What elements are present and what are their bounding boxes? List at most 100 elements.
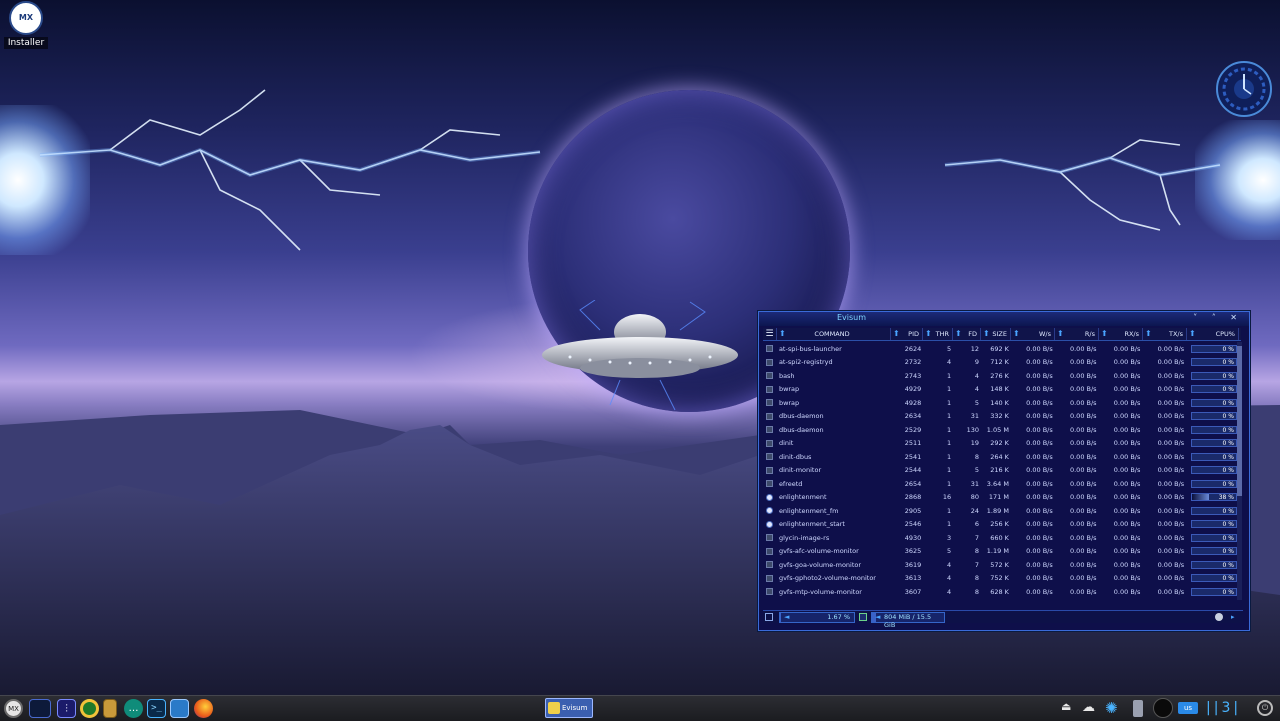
maximize-button[interactable]: ˄	[1212, 313, 1222, 322]
cell-tx: 0.00 B/s	[1157, 425, 1185, 434]
scrollbar[interactable]	[1237, 342, 1242, 600]
settings-icon[interactable]	[80, 699, 99, 718]
evisum-icon	[548, 702, 560, 714]
table-row[interactable]: dinit-monitor 2544 1 5 216 K 0.00 B/s 0.00 B/s…	[763, 464, 1237, 478]
col-rx[interactable]: ⬆ RX/s	[1099, 328, 1143, 340]
table-row[interactable]: dbus-daemon 2634 1 31 332 K 0.00 B/s 0.00 B/s 0…	[763, 410, 1237, 424]
table-row[interactable]: at-spi-bus-launcher 2624 5 12 692 K 0.00 B/s 0…	[763, 342, 1237, 356]
evisum-window[interactable]: Evisum ˅ ˄ ✕ ☰ ⬆ COMMAND ⬆ PID ⬆ THR ⬆ FD ⬆ S…	[758, 311, 1250, 631]
minimize-button[interactable]: ˅	[1193, 313, 1203, 322]
c-ic	[763, 534, 777, 542]
cell-rx: 0.00 B/s	[1113, 506, 1141, 515]
cell-command: dbus-daemon	[778, 412, 824, 421]
cell-rs: 0.00 B/s	[1069, 493, 1097, 502]
resize-grip-icon[interactable]: ▸	[1231, 613, 1239, 621]
col-thr[interactable]: ⬆ THR	[923, 328, 953, 340]
scrollbar-thumb[interactable]	[1237, 346, 1242, 496]
cell-fd: 8	[974, 574, 980, 583]
table-row[interactable]: enlightenment 2868 16 80 171 M 0.00 B/s 0.00 B…	[763, 491, 1237, 505]
cloud-icon[interactable]: ☁	[1082, 700, 1100, 717]
mixer-icon[interactable]: ⫶	[57, 699, 76, 718]
cell-rs: 0.00 B/s	[1069, 520, 1097, 529]
close-button[interactable]: ✕	[1230, 313, 1243, 322]
archive-icon[interactable]	[103, 699, 117, 718]
table-row[interactable]: dinit-dbus 2541 1 8 264 K 0.00 B/s 0.00 B/s 0.0…	[763, 450, 1237, 464]
flower-icon[interactable]: ✺	[1105, 700, 1123, 717]
cell-ws: 0.00 B/s	[1026, 398, 1053, 407]
col-tx[interactable]: ⬆ TX/s	[1143, 328, 1187, 340]
col-cpu[interactable]: ⬆ CPU%	[1187, 328, 1239, 340]
table-row[interactable]: bwrap 4929 1 4 148 K 0.00 B/s 0.00 B/s 0.00 B/s…	[763, 383, 1237, 397]
cell-rx: 0.00 B/s	[1113, 493, 1141, 502]
table-row[interactable]: gvfs-mtp-volume-monitor 3607 4 8 628 K 0.00 B…	[763, 585, 1237, 599]
terminal-icon[interactable]: >_	[147, 699, 166, 718]
cpu-text: 0 %	[1222, 426, 1234, 434]
sort-arrow-icon: ⬆	[893, 329, 900, 338]
table-row[interactable]: bwrap 4928 1 5 140 K 0.00 B/s 0.00 B/s 0.00 B/s…	[763, 396, 1237, 410]
eject-icon[interactable]: ⏏	[1061, 700, 1073, 717]
desktop-preview-icon[interactable]	[29, 699, 51, 718]
cell-fd: 6	[974, 520, 980, 529]
table-row[interactable]: glycin-image-rs 4930 3 7 660 K 0.00 B/s 0.00 B…	[763, 531, 1237, 545]
window-titlebar[interactable]: Evisum ˅ ˄ ✕	[759, 312, 1249, 326]
usb-icon[interactable]	[1133, 700, 1143, 717]
cell-command: bash	[778, 371, 795, 380]
col-command[interactable]: ⬆ COMMAND	[777, 328, 891, 340]
table-row[interactable]: gvfs-gphoto2-volume-monitor 3613 4 8 752 K 0.…	[763, 572, 1237, 586]
cell-fd: 7	[974, 560, 980, 569]
cell-rs: 0.00 B/s	[1069, 398, 1097, 407]
installer-label: Installer	[4, 37, 48, 49]
col-write[interactable]: ⬆ W/s	[1011, 328, 1055, 340]
sort-arrow-icon: ⬆	[955, 329, 962, 338]
cell-rx: 0.00 B/s	[1113, 344, 1141, 353]
table-row[interactable]: gvfs-afc-volume-monitor 3625 5 8 1.19 M 0.00 …	[763, 545, 1237, 559]
cell-command: dinit-dbus	[778, 452, 812, 461]
table-row[interactable]: gvfs-goa-volume-monitor 3619 4 7 572 K 0.00 B…	[763, 558, 1237, 572]
cell-ws: 0.00 B/s	[1026, 358, 1053, 367]
clock-gadget-icon[interactable]	[1215, 60, 1273, 118]
col-read[interactable]: ⬆ R/s	[1055, 328, 1099, 340]
footer-checkbox[interactable]	[765, 613, 773, 621]
cell-command: dinit-monitor	[778, 466, 822, 475]
chat-icon[interactable]: …	[124, 699, 143, 718]
cell-thr: 1	[947, 371, 952, 380]
table-row[interactable]: enlightenment_fm 2905 1 24 1.89 M 0.00 B/s 0.0…	[763, 504, 1237, 518]
process-list[interactable]: at-spi-bus-launcher 2624 5 12 692 K 0.00 B/s 0…	[763, 342, 1237, 614]
cell-tx: 0.00 B/s	[1157, 587, 1185, 596]
table-row[interactable]: enlightenment_start 2546 1 6 256 K 0.00 B/s 0.…	[763, 518, 1237, 532]
cell-rx: 0.00 B/s	[1113, 479, 1141, 488]
cell-pid: 2905	[904, 506, 922, 515]
start-menu-icon[interactable]: MX	[4, 699, 23, 718]
cpu-bar: 0 %	[1191, 358, 1237, 367]
cell-pid: 4930	[904, 533, 922, 542]
pager-icon[interactable]: ||3|	[1206, 700, 1238, 717]
table-row[interactable]: at-spi2-registryd 2732 4 9 712 K 0.00 B/s 0.00…	[763, 356, 1237, 370]
installer-desktop-icon[interactable]: MX Installer	[4, 0, 48, 49]
table-row[interactable]: dinit 2511 1 19 292 K 0.00 B/s 0.00 B/s 0.00 B/…	[763, 437, 1237, 451]
cell-rs: 0.00 B/s	[1069, 371, 1097, 380]
cell-size: 264 K	[990, 452, 1009, 461]
process-icon	[766, 547, 774, 555]
keyboard-layout-icon[interactable]: us	[1178, 702, 1198, 714]
cell-thr: 1	[947, 385, 952, 394]
circle-icon[interactable]	[1153, 698, 1173, 718]
wallpaper-ufo	[542, 300, 738, 411]
cpu-text: 0 %	[1222, 467, 1234, 475]
col-fd[interactable]: ⬆ FD	[953, 328, 981, 340]
cell-tx: 0.00 B/s	[1157, 533, 1185, 542]
cell-size: 332 K	[990, 412, 1009, 421]
table-row[interactable]: bash 2743 1 4 276 K 0.00 B/s 0.00 B/s 0.00 B/s 0…	[763, 369, 1237, 383]
firefox-icon[interactable]	[194, 699, 213, 718]
power-icon[interactable]: ⏻	[1257, 700, 1273, 716]
cell-thr: 1	[947, 398, 952, 407]
table-row[interactable]: efreetd 2654 1 31 3.64 M 0.00 B/s 0.00 B/s 0.00…	[763, 477, 1237, 491]
col-pid[interactable]: ⬆ PID	[891, 328, 923, 340]
table-row[interactable]: dbus-daemon 2529 1 130 1.05 M 0.00 B/s 0.00 B/…	[763, 423, 1237, 437]
file-manager-icon[interactable]	[170, 699, 189, 718]
col-size[interactable]: ⬆ SIZE	[981, 328, 1011, 340]
cell-command: bwrap	[778, 398, 800, 407]
settings-icon[interactable]	[1215, 613, 1223, 621]
menu-icon[interactable]: ☰	[763, 328, 777, 340]
taskbar-item-evisum[interactable]: Evisum	[545, 698, 593, 718]
cell-thr: 5	[947, 547, 952, 556]
